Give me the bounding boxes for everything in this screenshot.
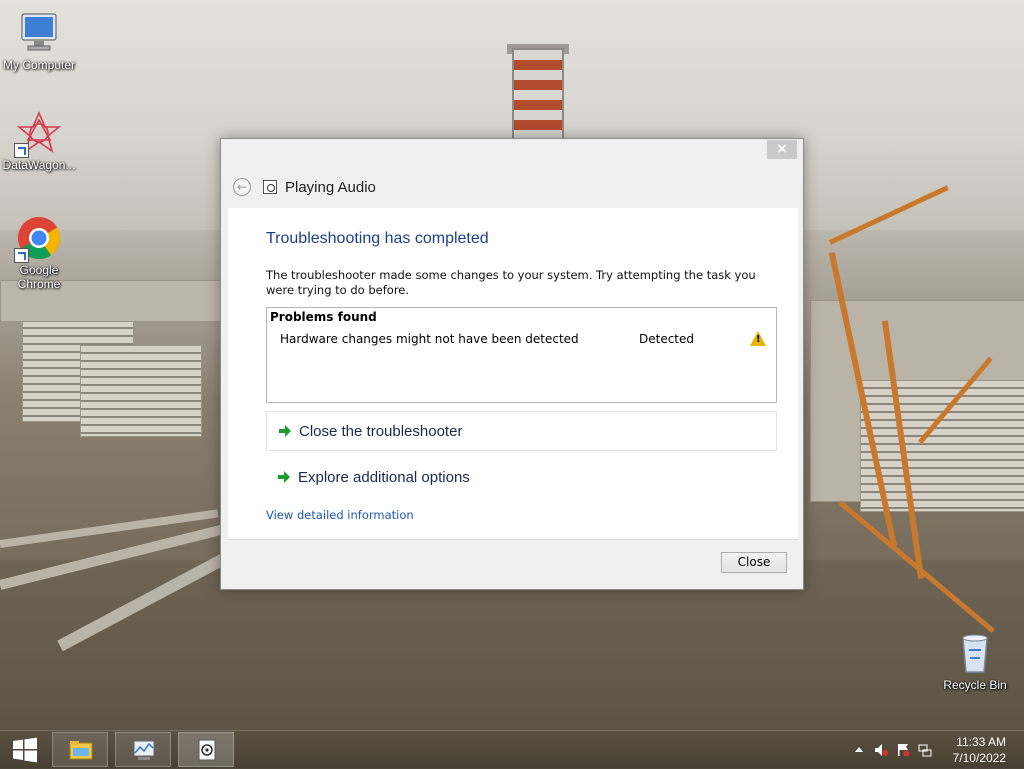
system-tray: 11:33 AM 7/10/2022 (844, 731, 1024, 769)
taskbar-file-explorer[interactable] (52, 732, 108, 767)
desktop-icon-label: Google Chrome (17, 263, 61, 291)
problem-row[interactable]: Hardware changes might not have been det… (280, 331, 770, 350)
close-button[interactable]: Close (721, 552, 787, 573)
desktop-icon-label: My Computer (2, 58, 76, 72)
action-center-flag-icon[interactable] (896, 743, 910, 757)
view-detailed-information-link[interactable]: View detailed information (266, 508, 414, 522)
troubleshooter-window: × ← Playing Audio Troubleshooting has co… (220, 138, 804, 590)
start-button[interactable] (0, 731, 50, 769)
datawagon-icon (14, 110, 62, 158)
clock[interactable]: 11:33 AM 7/10/2022 (953, 734, 1006, 766)
command-label: Close the troubleshooter (299, 422, 463, 440)
volume-muted-icon[interactable] (874, 743, 888, 757)
performance-monitor-icon (133, 740, 155, 760)
taskbar: 11:33 AM 7/10/2022 (0, 730, 1024, 769)
audio-troubleshooter-icon (263, 180, 277, 194)
warning-icon: ! (750, 331, 766, 346)
desktop-icon-label: DataWagon... (2, 158, 76, 172)
navigation-bar: ← Playing Audio (233, 177, 376, 197)
taskbar-troubleshooter[interactable] (178, 732, 234, 767)
network-icon[interactable] (918, 743, 932, 757)
shortcut-arrow-icon (14, 143, 29, 158)
command-label: Explore additional options (298, 468, 470, 486)
explore-options-command[interactable]: Explore additional options (266, 457, 777, 497)
troubleshooter-icon (198, 739, 216, 761)
computer-icon (16, 10, 62, 56)
desktop-icon-recycle-bin[interactable]: Recycle Bin (936, 630, 1014, 692)
desktop-icon-label: Recycle Bin (943, 678, 1007, 692)
desktop-icon-my-computer[interactable]: My Computer (0, 10, 78, 72)
dialog-footer: Close (228, 539, 798, 583)
clock-time: 11:33 AM (956, 735, 1006, 749)
problem-name: Hardware changes might not have been det… (280, 332, 579, 346)
chimney (512, 48, 564, 140)
window-close-button[interactable]: × (767, 140, 797, 159)
file-explorer-icon (69, 741, 93, 760)
problems-header: Problems found (270, 310, 377, 324)
windows-logo-icon (13, 737, 37, 763)
recycle-bin-icon (955, 630, 995, 676)
back-arrow-icon[interactable]: ← (233, 178, 251, 196)
clock-date: 7/10/2022 (952, 751, 1006, 765)
problems-found-box: Problems found Hardware changes might no… (266, 307, 777, 403)
taskbar-performance-monitor[interactable] (115, 732, 171, 767)
window-title: Playing Audio (285, 178, 376, 196)
shortcut-arrow-icon (14, 248, 29, 263)
problem-status: Detected (639, 332, 695, 346)
page-heading: Troubleshooting has completed (266, 230, 489, 247)
chrome-icon (14, 215, 62, 263)
show-hidden-icons-icon[interactable] (852, 743, 866, 757)
page-description: The troubleshooter made some changes to … (266, 268, 756, 297)
desktop-icon-datawagon[interactable]: DataWagon... (0, 110, 78, 172)
close-troubleshooter-command[interactable]: Close the troubleshooter (266, 411, 777, 451)
content-panel: Troubleshooting has completed The troubl… (228, 208, 798, 539)
desktop-icon-google-chrome[interactable]: Google Chrome (0, 215, 78, 291)
